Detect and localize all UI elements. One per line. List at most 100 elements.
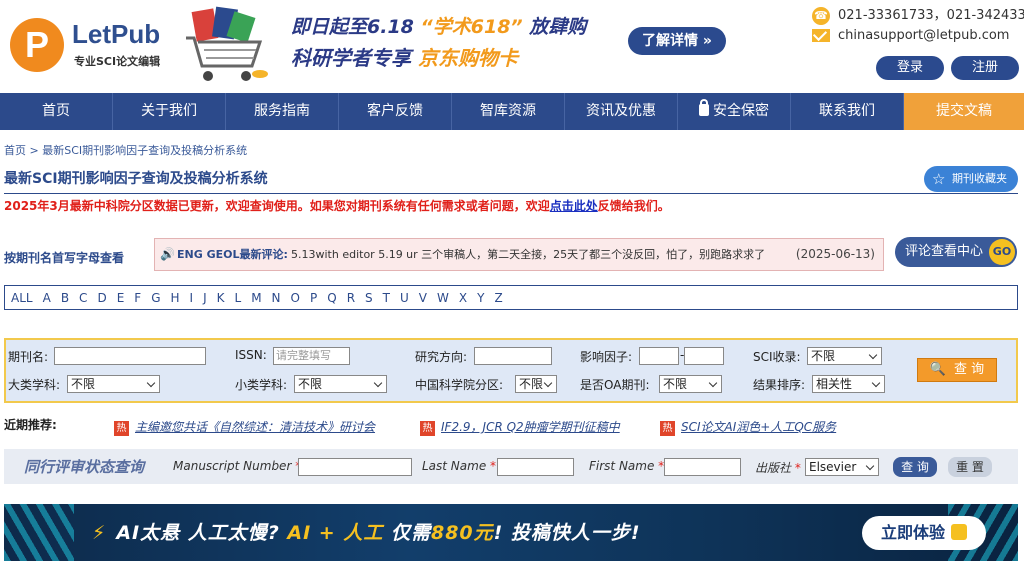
alpha-letter[interactable]: G [151, 291, 160, 305]
alpha-letter[interactable]: F [134, 291, 141, 305]
publisher-label: 出版社 * [755, 461, 801, 475]
firstname-label: First Name * [589, 459, 665, 473]
alpha-letter[interactable]: R [347, 291, 355, 305]
journal-name-label: 期刊名: [8, 350, 49, 364]
journal-search-panel: 期刊名: ISSN: 请完整填写 研究方向: 影响因子: - SCI收录: 不限… [4, 338, 1018, 403]
nav-security[interactable]: 安全保密 [678, 93, 791, 130]
phone-icon: ☎ [812, 6, 830, 25]
comment-date: (2025-06-13) [795, 247, 875, 261]
search-query-button[interactable]: 🔍 查 询 [917, 358, 997, 382]
login-button[interactable]: 登录 [876, 56, 944, 80]
site-header: P LetPub 专业SCI论文编辑 即日起至6.18 “学术618” 放肆购 … [0, 0, 1024, 93]
alpha-letter[interactable]: P [310, 291, 317, 305]
peer-query-button[interactable]: 查 询 [893, 457, 937, 477]
major-label: 大类学科: [8, 378, 61, 392]
star-icon: ☆ [932, 170, 946, 188]
shopping-cart-icon [186, 6, 268, 81]
review-center-button[interactable]: 评论查看中心 GO [895, 237, 1017, 267]
alpha-letter[interactable]: Y [477, 291, 484, 305]
recommend-link[interactable]: 热 IF2.9，JCR Q2肿瘤学期刊征稿中 [420, 418, 620, 436]
oa-select[interactable]: 不限 [659, 375, 722, 393]
sort-select[interactable]: 相关性 [812, 375, 885, 393]
alpha-letter[interactable]: W [437, 291, 449, 305]
issn-input[interactable]: 请完整填写 [273, 347, 350, 365]
alpha-letter[interactable]: S [365, 291, 373, 305]
alpha-index-title: 按期刊名首写字母查看 [4, 251, 125, 265]
logo-mark: P [10, 18, 64, 72]
speaker-icon: 🔊 [160, 247, 175, 261]
hot-icon: 热 [660, 421, 675, 436]
field-input[interactable] [474, 347, 552, 365]
firstname-input[interactable] [664, 458, 741, 476]
publisher-select[interactable]: Elsevier [805, 458, 879, 476]
alpha-letter[interactable]: A [43, 291, 51, 305]
hot-icon: 热 [420, 421, 435, 436]
cursor-icon [951, 524, 967, 540]
nav-service-guide[interactable]: 服务指南 [226, 93, 339, 130]
alpha-letter[interactable]: N [272, 291, 281, 305]
nav-about[interactable]: 关于我们 [113, 93, 226, 130]
alpha-letter[interactable]: U [400, 291, 409, 305]
if-label: 影响因子: [580, 350, 633, 364]
alpha-letter[interactable]: H [171, 291, 180, 305]
cas-select[interactable]: 不限 [515, 375, 557, 393]
nav-news[interactable]: 资讯及优惠 [565, 93, 678, 130]
contact-email[interactable]: chinasupport@letpub.com [812, 28, 1009, 43]
minor-select[interactable]: 不限 [294, 375, 387, 393]
alpha-letter[interactable]: M [251, 291, 261, 305]
issn-label: ISSN: [235, 348, 267, 362]
alpha-letter[interactable]: V [419, 291, 427, 305]
nav-contact[interactable]: 联系我们 [791, 93, 904, 130]
letpub-logo[interactable]: P LetPub 专业SCI论文编辑 [10, 15, 170, 75]
journal-favorites-button[interactable]: ☆ 期刊收藏夹 [924, 166, 1018, 192]
title-divider [4, 193, 1018, 194]
alpha-letter[interactable]: J [203, 291, 207, 305]
nav-resources[interactable]: 智库资源 [452, 93, 565, 130]
comment-text: 5.13with editor 5.19 ur 三个审稿人，第二天全接，25天了… [291, 248, 766, 261]
alpha-letter[interactable]: Z [494, 291, 502, 305]
alpha-letter[interactable]: I [190, 291, 194, 305]
sci-select[interactable]: 不限 [807, 347, 882, 365]
banner-decoration [4, 504, 74, 561]
alpha-letter[interactable]: O [291, 291, 300, 305]
lock-icon [699, 99, 709, 116]
alpha-letter[interactable]: Q [327, 291, 336, 305]
journal-name-input[interactable] [54, 347, 206, 365]
alpha-all[interactable]: ALL [11, 291, 33, 305]
peer-review-search: 同行评审状态查询 Manuscript Number * Last Name *… [4, 449, 1018, 484]
go-icon: GO [989, 239, 1015, 265]
alpha-letter[interactable]: T [383, 291, 390, 305]
latest-comment[interactable]: 🔊 ENG GEOL最新评论: 5.13with editor 5.19 ur … [154, 238, 884, 271]
try-now-button[interactable]: 立即体验 [862, 516, 986, 550]
alpha-letter[interactable]: X [459, 291, 467, 305]
recommend-link[interactable]: 热 SCI论文AI润色+人工QC服务 [660, 418, 836, 436]
manuscript-input[interactable] [298, 458, 412, 476]
promo-details-button[interactable]: 了解详情 » [628, 27, 726, 55]
recommend-link[interactable]: 热主编邀您共话《自然综述：清洁技术》研讨会 [114, 418, 375, 436]
nav-submit[interactable]: 提交文稿 [904, 93, 1024, 130]
alpha-letter[interactable]: B [61, 291, 69, 305]
ai-service-banner[interactable]: ⚡ AI太悬 人工太慢? AI + 人工 仅需880元! 投稿快人一步! 立即体验 [4, 504, 1018, 561]
breadcrumb[interactable]: 首页 > 最新SCI期刊影响因子查询及投稿分析系统 [4, 142, 247, 158]
peer-review-title: 同行评审状态查询 [24, 458, 145, 476]
if-min-input[interactable] [639, 347, 679, 365]
alpha-letter[interactable]: E [117, 291, 125, 305]
lastname-input[interactable] [497, 458, 574, 476]
hot-icon: 热 [114, 421, 129, 436]
alpha-letter[interactable]: D [97, 291, 106, 305]
nav-feedback[interactable]: 客户反馈 [339, 93, 452, 130]
major-select[interactable]: 不限 [67, 375, 160, 393]
feedback-link[interactable]: 点击此处 [550, 199, 598, 213]
main-nav: 首页 关于我们 服务指南 客户反馈 智库资源 资讯及优惠 安全保密 联系我们 提… [0, 93, 1024, 130]
manuscript-label: Manuscript Number * [173, 459, 301, 473]
if-max-input[interactable] [684, 347, 724, 365]
alpha-letter[interactable]: L [235, 291, 242, 305]
peer-reset-button[interactable]: 重 置 [948, 457, 992, 477]
register-button[interactable]: 注册 [951, 56, 1019, 80]
alpha-letter[interactable]: K [217, 291, 225, 305]
nav-home[interactable]: 首页 [0, 93, 113, 130]
banner-slogan: ⚡ AI太悬 人工太慢? AI + 人工 仅需880元! 投稿快人一步! [92, 522, 641, 544]
alpha-letter[interactable]: C [79, 291, 87, 305]
logo-subtitle: 专业SCI论文编辑 [74, 55, 161, 68]
recommend-title: 近期推荐: [4, 418, 57, 432]
